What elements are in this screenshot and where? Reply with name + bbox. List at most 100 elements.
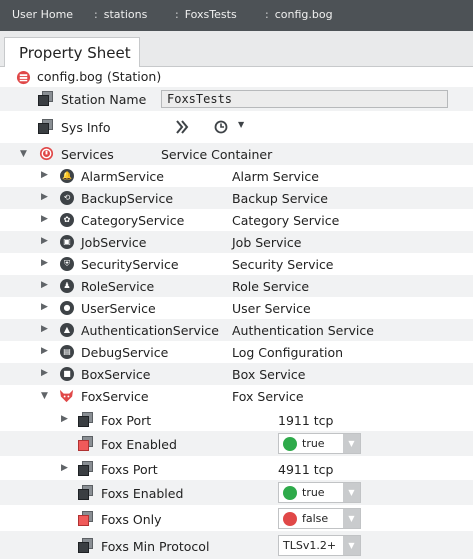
expand-arrow-icon[interactable]: ▶	[41, 236, 51, 246]
action-chevrons-icon[interactable]	[175, 120, 189, 134]
chevron-down-icon[interactable]: ▼	[343, 509, 360, 528]
dropdown-value: true	[302, 437, 325, 450]
role-icon: ♟	[60, 279, 74, 293]
slot-icon	[78, 436, 93, 451]
slot-icon	[78, 485, 93, 500]
slot-icon	[78, 412, 93, 427]
station-name-label: Station Name	[61, 92, 147, 107]
status-dot-icon	[283, 512, 297, 526]
status-dot-icon	[283, 486, 297, 500]
sys-info-label: Sys Info	[61, 120, 111, 135]
debug-icon: ▤	[60, 345, 74, 359]
service-type: Category Service	[232, 213, 340, 228]
station-name-field[interactable]: FoxsTests	[161, 90, 448, 108]
property-name: Foxs Only	[101, 512, 162, 527]
shield-icon: ⛨	[60, 257, 74, 271]
service-type: Job Service	[232, 235, 302, 250]
bell-icon: 🔔	[60, 169, 74, 183]
property-name: Foxs Enabled	[101, 486, 184, 501]
service-name: RoleService	[81, 279, 155, 294]
property-sheet: config.bog (Station) Station Name FoxsTe…	[0, 67, 473, 560]
property-name: Foxs Port	[101, 462, 158, 477]
collapse-arrow-icon[interactable]: ▼	[20, 149, 30, 159]
services-label: Services	[61, 147, 114, 162]
box-icon: ■	[60, 367, 74, 381]
tab-bar: Property Sheet	[0, 31, 473, 68]
boolean-dropdown[interactable]: true ▼	[278, 433, 361, 454]
boolean-dropdown[interactable]: false ▼	[278, 508, 361, 529]
slot-icon	[38, 91, 53, 106]
slot-icon	[38, 119, 53, 134]
root-row[interactable]: config.bog (Station)	[0, 67, 473, 87]
expand-arrow-icon[interactable]: ▶	[41, 258, 51, 268]
service-row[interactable]: ▶ ♟ RoleService Role Service	[0, 275, 473, 297]
chevron-down-icon[interactable]: ▼	[343, 483, 360, 502]
service-type: User Service	[232, 301, 311, 316]
sys-info-row: Sys Info ▼	[0, 111, 473, 143]
fox-service-row[interactable]: ▼ FoxService Fox Service	[0, 385, 473, 407]
property-name: Fox Enabled	[101, 437, 177, 452]
history-icon[interactable]	[214, 120, 228, 134]
boolean-dropdown[interactable]: true ▼	[278, 482, 361, 503]
breadcrumb-item-user-home[interactable]: User Home	[12, 8, 73, 21]
tab-property-sheet[interactable]: Property Sheet	[4, 37, 140, 68]
slot-icon	[78, 538, 93, 553]
history-dropdown-icon[interactable]: ▼	[238, 120, 244, 129]
service-type: Role Service	[232, 279, 310, 294]
chevron-down-icon[interactable]: ▼	[343, 434, 360, 453]
service-row[interactable]: ▶ ▣ JobService Job Service	[0, 231, 473, 253]
fox-property-row: ▶ Fox Port 1911 tcp	[0, 407, 473, 431]
service-name: UserService	[81, 301, 156, 316]
service-row[interactable]: ▶ ✿ CategoryService Category Service	[0, 209, 473, 231]
expand-arrow-icon[interactable]: ▶	[41, 170, 51, 180]
fox-property-row: Fox Enabled true ▼	[0, 431, 473, 456]
expand-arrow-icon[interactable]: ▶	[61, 463, 71, 473]
service-name: SecurityService	[81, 257, 179, 272]
service-type: Log Configuration	[232, 345, 344, 360]
service-row[interactable]: ▶ ⛨ SecurityService Security Service	[0, 253, 473, 275]
property-name: Fox Port	[101, 413, 152, 428]
collapse-arrow-icon[interactable]: ▼	[41, 391, 51, 401]
chevron-down-icon[interactable]: ▼	[343, 536, 360, 555]
service-type: Authentication Service	[232, 323, 374, 338]
dropdown-value: false	[302, 512, 329, 525]
dropdown-value: true	[302, 486, 325, 499]
briefcase-icon: ▣	[60, 235, 74, 249]
expand-arrow-icon[interactable]: ▶	[41, 302, 51, 312]
expand-arrow-icon[interactable]: ▶	[61, 414, 71, 424]
breadcrumb-item-stations[interactable]: : stations	[94, 8, 147, 21]
status-dot-icon	[283, 437, 297, 451]
breadcrumb-item-config-bog[interactable]: : config.bog	[265, 8, 333, 21]
expand-arrow-icon[interactable]: ▶	[41, 346, 51, 356]
user-icon: ●	[60, 301, 74, 315]
service-row[interactable]: ▶ ▤ DebugService Log Configuration	[0, 341, 473, 363]
fox-icon	[59, 389, 74, 403]
expand-arrow-icon[interactable]: ▶	[41, 280, 51, 290]
root-type: (Station)	[107, 69, 162, 84]
protocol-dropdown[interactable]: TLSv1.2+ ▼	[278, 535, 361, 556]
service-name: DebugService	[81, 345, 169, 360]
expand-arrow-icon[interactable]: ▶	[41, 368, 51, 378]
service-type: Alarm Service	[232, 169, 319, 184]
services-type: Service Container	[161, 147, 273, 162]
property-value: 4911 tcp	[278, 462, 334, 477]
service-name: BoxService	[81, 367, 151, 382]
station-icon	[16, 70, 31, 85]
services-icon	[39, 146, 54, 161]
service-row[interactable]: ▶ ● UserService User Service	[0, 297, 473, 319]
category-icon: ✿	[60, 213, 74, 227]
service-row[interactable]: ▶ ■ BoxService Box Service	[0, 363, 473, 385]
backup-icon: ⟲	[60, 191, 74, 205]
service-row[interactable]: ▶ ▲ AuthenticationService Authentication Se…	[0, 319, 473, 341]
service-name: CategoryService	[81, 213, 185, 228]
expand-arrow-icon[interactable]: ▶	[41, 214, 51, 224]
breadcrumb-item-foxstests[interactable]: : FoxsTests	[175, 8, 237, 21]
services-row[interactable]: ▼ Services Service Container	[0, 143, 473, 165]
fox-property-row: Foxs Only false ▼	[0, 505, 473, 531]
expand-arrow-icon[interactable]: ▶	[41, 324, 51, 334]
service-row[interactable]: ▶ 🔔 AlarmService Alarm Service	[0, 165, 473, 187]
service-row[interactable]: ▶ ⟲ BackupService Backup Service	[0, 187, 473, 209]
expand-arrow-icon[interactable]: ▶	[41, 192, 51, 202]
root-name: config.bog	[37, 69, 103, 84]
service-type: Box Service	[232, 367, 306, 382]
